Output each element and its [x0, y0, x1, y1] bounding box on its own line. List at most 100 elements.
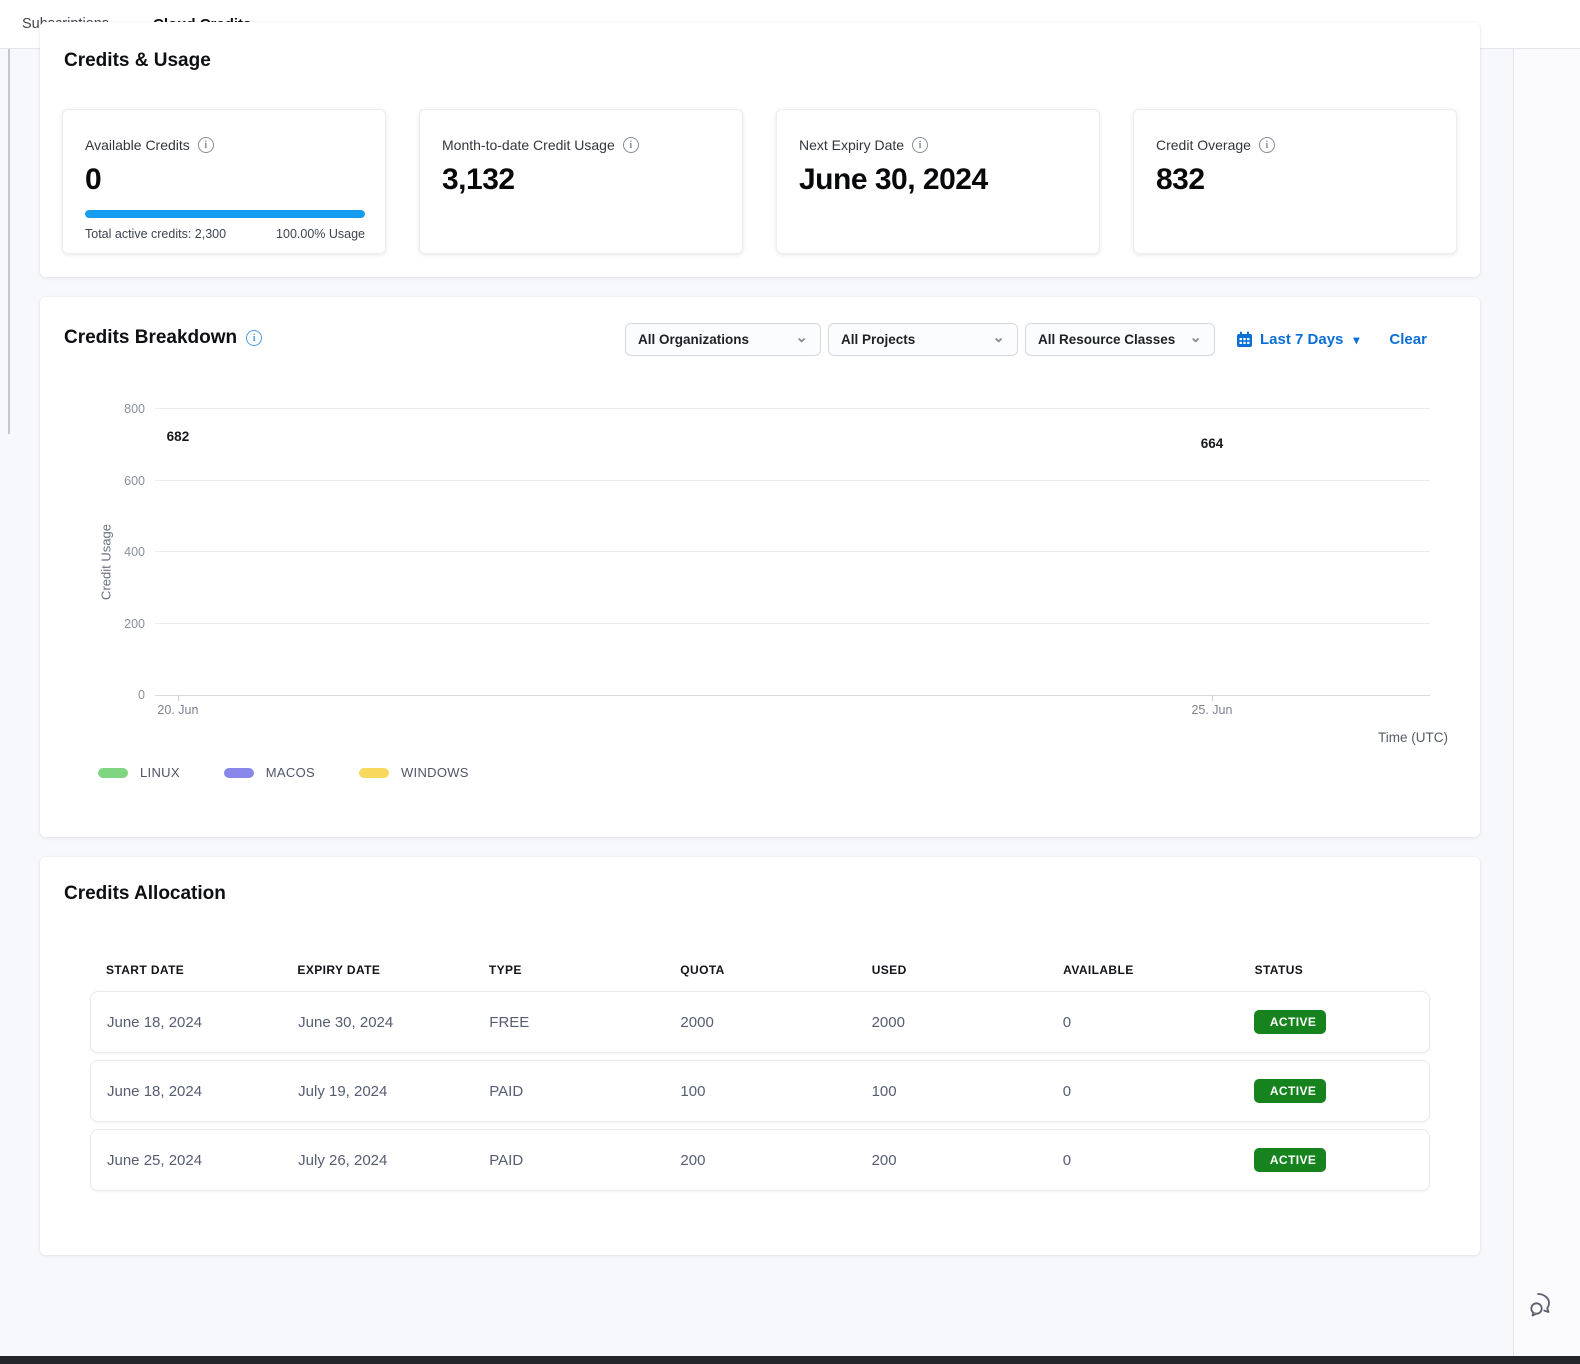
next-expiry-card: Next Expiry Date i June 30, 2024	[776, 109, 1100, 254]
credit-overage-value: 832	[1156, 163, 1436, 197]
credits-breakdown-section: Credits Breakdown i All Organizations ⌄ …	[40, 297, 1480, 837]
cell-start-date: June 25, 2024	[91, 1152, 282, 1169]
credits-allocation-section: Credits Allocation START DATEEXPIRY DATE…	[40, 857, 1480, 1255]
x-axis-tick: 25. Jun	[1191, 703, 1232, 717]
column-header: EXPIRY DATE	[281, 963, 472, 977]
bar-value-label: 664	[1201, 436, 1224, 451]
chat-icon	[1526, 1289, 1556, 1319]
x-axis-tickmark	[1212, 695, 1213, 701]
legend-swatch	[98, 768, 128, 778]
cell-used: 200	[856, 1152, 1047, 1169]
credits-allocation-table: START DATEEXPIRY DATETYPEQUOTAUSEDAVAILA…	[90, 955, 1430, 1198]
y-axis-tick: 0	[138, 688, 145, 702]
organizations-filter-value: All Organizations	[638, 332, 749, 347]
y-axis-title: Credit Usage	[99, 524, 114, 600]
cell-available: 0	[1047, 1152, 1238, 1169]
gridline	[155, 480, 1430, 481]
cell-expiry-date: July 26, 2024	[282, 1152, 473, 1169]
mtd-usage-label: Month-to-date Credit Usage	[442, 137, 615, 153]
gridline	[155, 623, 1430, 624]
cell-available: 0	[1047, 1083, 1238, 1100]
table-row[interactable]: June 18, 2024July 19, 2024PAID1001000ACT…	[90, 1060, 1430, 1122]
y-axis-tick: 600	[124, 474, 145, 488]
status-badge: ACTIVE	[1254, 1148, 1326, 1172]
cell-used: 100	[856, 1083, 1047, 1100]
cell-type: FREE	[473, 1014, 664, 1031]
column-header: TYPE	[473, 963, 664, 977]
cell-expiry-date: June 30, 2024	[282, 1014, 473, 1031]
credits-usage-title: Credits & Usage	[64, 50, 211, 72]
cell-quota: 100	[664, 1083, 855, 1100]
cell-used: 2000	[856, 1014, 1047, 1031]
projects-filter-value: All Projects	[841, 332, 915, 347]
legend-item-linux[interactable]: LINUX	[98, 765, 180, 780]
legend-label: LINUX	[140, 765, 180, 780]
legend-label: MACOS	[266, 765, 315, 780]
credits-breakdown-title: Credits Breakdown	[64, 327, 237, 349]
cell-type: PAID	[473, 1152, 664, 1169]
table-row[interactable]: June 18, 2024June 30, 2024FREE200020000A…	[90, 991, 1430, 1053]
cell-status: ACTIVE	[1238, 1079, 1429, 1103]
info-icon[interactable]: i	[1259, 137, 1275, 153]
clear-filters-button[interactable]: Clear	[1389, 331, 1427, 348]
chevron-down-icon: ⌄	[1189, 333, 1202, 343]
resource-classes-filter-value: All Resource Classes	[1038, 332, 1175, 347]
status-badge: ACTIVE	[1254, 1079, 1326, 1103]
credit-overage-card: Credit Overage i 832	[1133, 109, 1457, 254]
info-icon[interactable]: i	[246, 330, 262, 346]
x-axis-tick: 20. Jun	[157, 703, 198, 717]
credits-progress-bar	[85, 210, 365, 218]
info-icon[interactable]: i	[912, 137, 928, 153]
legend-item-windows[interactable]: WINDOWS	[359, 765, 469, 780]
cell-start-date: June 18, 2024	[91, 1014, 282, 1031]
gridline	[155, 551, 1430, 552]
table-header-row: START DATEEXPIRY DATETYPEQUOTAUSEDAVAILA…	[90, 955, 1430, 991]
x-axis-title: Time (UTC)	[1378, 730, 1448, 745]
column-header: AVAILABLE	[1047, 963, 1238, 977]
column-header: QUOTA	[664, 963, 855, 977]
column-header: STATUS	[1239, 963, 1430, 977]
chevron-down-icon: ⌄	[992, 333, 1005, 343]
chart-legend: LINUX MACOS WINDOWS	[98, 765, 469, 780]
y-axis-tick: 400	[124, 545, 145, 559]
credits-progress-fill	[85, 210, 365, 218]
y-axis-tick: 200	[124, 617, 145, 631]
info-icon[interactable]: i	[198, 137, 214, 153]
x-axis-tickmark	[178, 695, 179, 701]
organizations-filter[interactable]: All Organizations ⌄	[625, 323, 821, 356]
resource-classes-filter[interactable]: All Resource Classes ⌄	[1025, 323, 1215, 356]
cell-status: ACTIVE	[1238, 1010, 1429, 1034]
caret-down-icon: ▾	[1353, 333, 1359, 347]
bottom-window-edge	[0, 1356, 1580, 1364]
chevron-down-icon: ⌄	[795, 333, 808, 343]
cell-quota: 2000	[664, 1014, 855, 1031]
next-expiry-label: Next Expiry Date	[799, 137, 904, 153]
cell-start-date: June 18, 2024	[91, 1083, 282, 1100]
bar-value-label: 682	[167, 429, 190, 444]
gridline	[155, 408, 1430, 409]
credit-overage-label: Credit Overage	[1156, 137, 1251, 153]
date-range-value: Last 7 Days	[1260, 331, 1343, 348]
cell-status: ACTIVE	[1238, 1148, 1429, 1172]
projects-filter[interactable]: All Projects ⌄	[828, 323, 1018, 356]
legend-swatch	[224, 768, 254, 778]
credits-allocation-title: Credits Allocation	[64, 883, 226, 905]
chat-widget-button[interactable]	[1526, 1289, 1556, 1319]
table-row[interactable]: June 25, 2024July 26, 2024PAID2002000ACT…	[90, 1129, 1430, 1191]
available-credits-label: Available Credits	[85, 137, 190, 153]
legend-label: WINDOWS	[401, 765, 469, 780]
legend-item-macos[interactable]: MACOS	[224, 765, 315, 780]
stat-card-row: Available Credits i 0 Total active credi…	[62, 109, 1457, 254]
cell-expiry-date: July 19, 2024	[282, 1083, 473, 1100]
info-icon[interactable]: i	[623, 137, 639, 153]
legend-swatch	[359, 768, 389, 778]
cell-quota: 200	[664, 1152, 855, 1169]
credit-usage-chart: 020040060080068220. Jun66425. Jun	[155, 409, 1430, 696]
available-credits-value: 0	[85, 163, 365, 197]
credits-usage-section: Credits & Usage Available Credits i 0 To…	[40, 22, 1480, 277]
column-header: USED	[856, 963, 1047, 977]
mtd-usage-value: 3,132	[442, 163, 722, 197]
column-header: START DATE	[90, 963, 281, 977]
mtd-usage-card: Month-to-date Credit Usage i 3,132	[419, 109, 743, 254]
date-range-picker[interactable]: Last 7 Days ▾	[1236, 331, 1359, 348]
